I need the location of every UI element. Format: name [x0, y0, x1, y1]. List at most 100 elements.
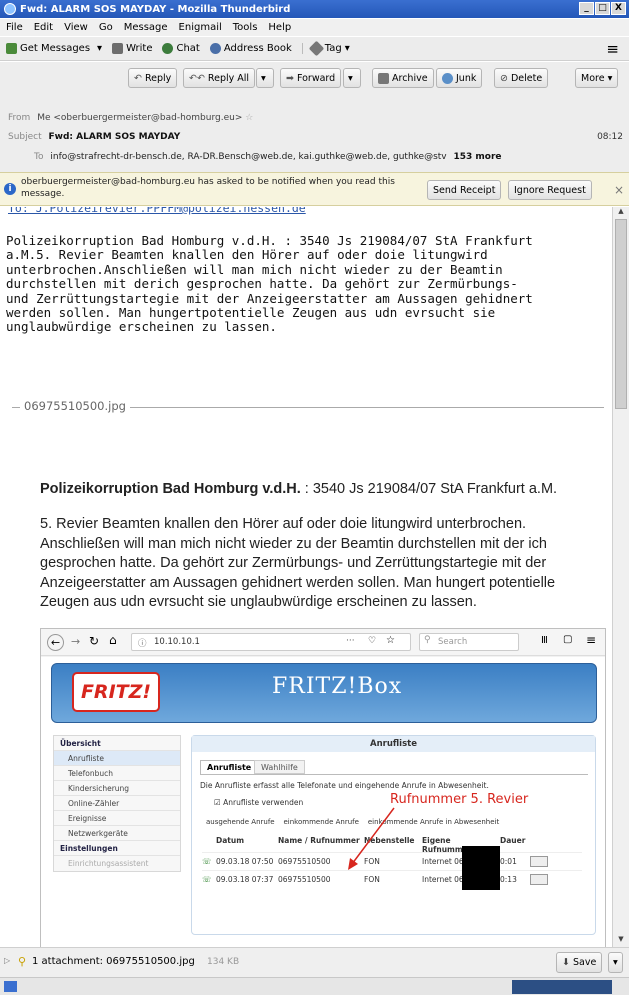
- menu-bar: File Edit View Go Message Enigmail Tools…: [0, 19, 629, 36]
- message-body: To: J.Polizeirevier.PPFFM@polizei.hessen…: [0, 207, 612, 947]
- more-button[interactable]: More ▾: [575, 68, 619, 88]
- chat-icon: [162, 43, 174, 54]
- image-paragraph: 5. Revier Beamten knallen den Hörer auf …: [40, 516, 556, 610]
- close-button[interactable]: X: [611, 2, 626, 15]
- star-icon[interactable]: ☆: [245, 113, 253, 123]
- from-label: From: [8, 113, 31, 123]
- forward-button[interactable]: ➡ Forward: [280, 68, 342, 88]
- delete-icon: ⊘: [500, 72, 508, 84]
- fritz-nav-online-zaehler: Online-Zähler: [54, 796, 180, 811]
- message-scrollbar[interactable]: ▲ ▼: [612, 207, 629, 947]
- menu-tools[interactable]: Tools: [233, 22, 258, 33]
- missed-call-icon: ☏: [202, 856, 212, 866]
- reply-all-label: Reply All: [207, 72, 250, 84]
- scroll-up-arrow[interactable]: ▲: [613, 207, 629, 219]
- menu-view[interactable]: View: [64, 22, 88, 33]
- scroll-down-arrow[interactable]: ▼: [613, 935, 629, 947]
- fritzbox-banner: FRITZ! FRITZ!Box: [51, 663, 597, 723]
- pencil-icon: [112, 43, 124, 54]
- chevron-down-icon[interactable]: ▾: [97, 43, 102, 54]
- fritz-content-panel: Anrufliste Anrufliste Wahlhilfe Die Anru…: [191, 735, 596, 935]
- fritz-nav-netzwerkgeraete: Netzwerkgeräte: [54, 826, 180, 841]
- person-icon: [209, 43, 221, 54]
- menu-enigmail[interactable]: Enigmail: [179, 22, 222, 33]
- chat-button[interactable]: Chat: [162, 43, 200, 54]
- fritz-nav-einstellungen: Einstellungen: [54, 841, 180, 856]
- more-recipients[interactable]: 153 more: [454, 152, 502, 162]
- address-book-label: Address Book: [223, 43, 292, 54]
- fritz-tab-anrufliste: Anrufliste: [200, 760, 259, 774]
- fritzbox-page: FRITZ! FRITZ!Box Übersicht Anrufliste Te…: [41, 657, 605, 947]
- delete-button[interactable]: ⊘ Delete: [494, 68, 549, 88]
- sidebar-icon: ▢: [563, 634, 573, 645]
- search-field: Search: [419, 633, 519, 651]
- get-messages-button[interactable]: Get Messages ▾: [6, 43, 102, 54]
- reply-all-dropdown[interactable]: ▾: [256, 68, 274, 88]
- fritz-nav-telefonbuch: Telefonbuch: [54, 766, 180, 781]
- more-label: More: [581, 72, 605, 84]
- save-button[interactable]: ⬇ Save: [556, 952, 603, 973]
- forward-icon: ➡: [286, 72, 294, 84]
- browser-toolbar: ← → ↻ ⌂ ⓘ 10.10.10.1 ··· ♡ ☆ Search ⚲ Ⅲ …: [41, 629, 605, 656]
- to-value[interactable]: info@strafrecht-dr-bensch.de, RA-DR.Bens…: [50, 152, 446, 162]
- status-bar: [0, 977, 629, 995]
- reply-icon: ↶: [134, 72, 142, 84]
- from-value[interactable]: Me <oberbuergermeister@bad-homburg.eu>: [37, 113, 242, 123]
- write-button[interactable]: Write: [112, 43, 152, 54]
- reply-button[interactable]: ↶ Reply: [128, 68, 178, 88]
- window-title: Fwd: ALARM SOS MAYDAY - Mozilla Thunderb…: [20, 3, 291, 15]
- save-dropdown[interactable]: ▾: [608, 952, 623, 973]
- menu-go[interactable]: Go: [99, 22, 113, 33]
- attachment-bar: ▷ ⚲ 1 attachment: 06975510500.jpg 134 KB…: [0, 947, 629, 977]
- app-menu-icon[interactable]: ≡: [606, 40, 619, 58]
- menu-file[interactable]: File: [6, 22, 23, 33]
- scroll-thumb[interactable]: [615, 219, 627, 409]
- back-arrow-icon: ←: [47, 634, 64, 651]
- minimize-button[interactable]: _: [579, 2, 594, 15]
- paperclip-icon: ⚲: [18, 955, 27, 968]
- reload-icon: ↻: [89, 634, 100, 648]
- main-toolbar: Get Messages ▾ Write Chat Address Book T…: [0, 37, 629, 61]
- fritzbox-title: FRITZ!Box: [272, 674, 403, 699]
- maximize-button[interactable]: □: [595, 2, 610, 15]
- reply-all-icon: ↶↶: [189, 72, 205, 84]
- archive-button[interactable]: Archive: [372, 68, 434, 88]
- tag-label: Tag: [324, 43, 342, 54]
- forward-label: Forward: [296, 72, 336, 84]
- chevron-down-icon: ▾: [348, 72, 353, 84]
- fritz-sidebar: Übersicht Anrufliste Telefonbuch Kinders…: [53, 735, 181, 872]
- send-receipt-button[interactable]: Send Receipt: [427, 180, 502, 200]
- forward-dropdown[interactable]: ▾: [343, 68, 361, 88]
- online-status-icon[interactable]: [4, 981, 17, 992]
- chat-label: Chat: [176, 43, 200, 54]
- forwarded-to-line[interactable]: To: J.Polizeirevier.PPFFM@polizei.hessen…: [8, 207, 306, 215]
- menu-message[interactable]: Message: [124, 22, 168, 33]
- close-icon[interactable]: ×: [614, 183, 624, 197]
- bookmark-star-icon: ☆: [386, 635, 395, 646]
- tag-button[interactable]: Tag ▾: [301, 40, 350, 57]
- pocket-icon: ♡: [368, 636, 377, 646]
- phonebook-icon: [530, 873, 548, 885]
- attachment-label[interactable]: 1 attachment: 06975510500.jpg: [32, 956, 195, 967]
- menu-edit[interactable]: Edit: [34, 22, 53, 33]
- chevron-down-icon: ▾: [613, 957, 618, 968]
- junk-button[interactable]: Junk: [436, 68, 483, 88]
- archive-label: Archive: [392, 72, 428, 84]
- hamburger-menu-icon: ≡: [586, 633, 597, 647]
- subject-value: Fwd: ALARM SOS MAYDAY: [48, 132, 181, 142]
- inline-attachment-name[interactable]: 06975510500.jpg: [20, 399, 130, 413]
- plain-text-body: Polizeikorruption Bad Homburg v.d.H. : 3…: [6, 233, 533, 335]
- image-heading-bold: Polizeikorruption Bad Homburg v.d.H.: [40, 481, 301, 497]
- address-book-button[interactable]: Address Book: [209, 43, 292, 54]
- url-text: 10.10.10.1: [154, 637, 200, 647]
- home-icon: ⌂: [109, 633, 117, 647]
- save-label: Save: [572, 957, 597, 968]
- get-messages-label: Get Messages: [20, 43, 91, 54]
- ignore-request-button[interactable]: Ignore Request: [508, 180, 592, 200]
- expand-triangle-icon[interactable]: ▷: [4, 956, 10, 965]
- menu-help[interactable]: Help: [268, 22, 291, 33]
- to-label: To: [34, 152, 44, 162]
- reply-all-button[interactable]: ↶↶ Reply All: [183, 68, 256, 88]
- fritz-checkbox-label: Anrufliste verwenden: [223, 798, 304, 807]
- fritz-nav-anrufliste: Anrufliste: [54, 751, 180, 766]
